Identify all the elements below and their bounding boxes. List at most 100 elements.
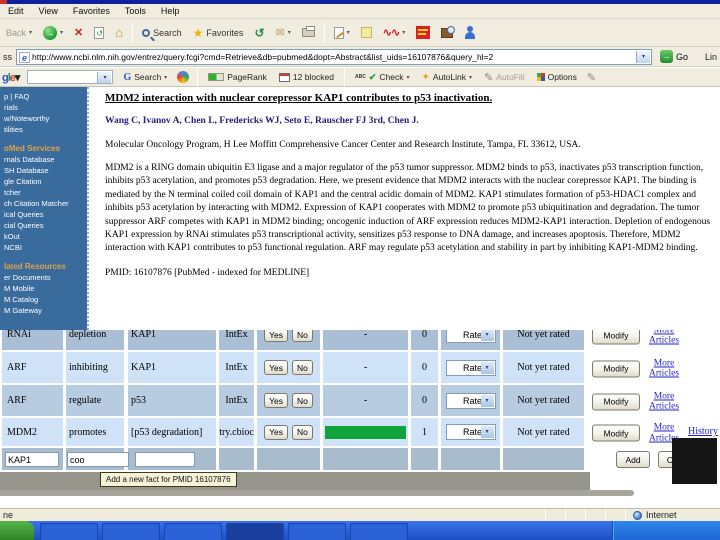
- print-button[interactable]: [300, 22, 317, 44]
- rate-select[interactable]: Rate ▾: [445, 424, 496, 440]
- select-arrow-icon[interactable]: ▾: [480, 328, 494, 341]
- highlighter-button[interactable]: ∿∿ ▾: [381, 22, 407, 44]
- new-entity2-input[interactable]: [135, 452, 195, 467]
- add-button[interactable]: Add: [616, 451, 650, 468]
- sidebar-item-clinical-queries[interactable]: ical Queries: [4, 209, 87, 220]
- new-relation-input[interactable]: [67, 452, 129, 467]
- menu-tools[interactable]: Tools: [125, 6, 146, 16]
- modify-button[interactable]: Modify: [592, 360, 640, 377]
- sidebar-item-eutilities[interactable]: tilities: [4, 124, 87, 135]
- google-logo-dropdown-icon[interactable]: ▾: [15, 72, 20, 84]
- spellcheck-button[interactable]: ABC ✔ Check ▾: [353, 66, 412, 88]
- menu-edit[interactable]: Edit: [8, 6, 24, 16]
- mail-dropdown-icon[interactable]: ▾: [288, 29, 291, 36]
- sidebar-item-batch-citation-matcher[interactable]: ch Citation Matcher: [4, 198, 87, 209]
- sidebar-item-single-citation-2[interactable]: tcher: [4, 187, 87, 198]
- select-arrow-icon[interactable]: ▾: [480, 394, 494, 407]
- sidebar-item-nlm-catalog[interactable]: M Catalog: [4, 294, 87, 305]
- modify-button[interactable]: Modify: [592, 393, 640, 410]
- edit-dropdown-icon[interactable]: ▾: [347, 29, 350, 36]
- highlighter-dropdown-icon[interactable]: ▾: [402, 29, 405, 36]
- google-search-dropdown-icon[interactable]: ▾: [164, 74, 167, 81]
- google-search-dropdown-icon[interactable]: ▾: [97, 72, 112, 83]
- back-button[interactable]: Back ▾: [4, 22, 34, 44]
- messenger-button[interactable]: [462, 22, 478, 44]
- taskbar-button[interactable]: [288, 523, 346, 540]
- sidebar-item-my-ncbi[interactable]: NCBI: [4, 242, 87, 253]
- yes-button[interactable]: Yes: [264, 424, 288, 440]
- horizontal-scrollbar[interactable]: [0, 490, 634, 496]
- taskbar-button[interactable]: [350, 523, 408, 540]
- taskbar-button-active[interactable]: [226, 523, 284, 540]
- select-arrow-icon[interactable]: ▾: [480, 426, 494, 438]
- autolink-dropdown-icon[interactable]: ▾: [469, 74, 472, 81]
- google-search-input[interactable]: ▾: [27, 70, 114, 84]
- start-button-fragment[interactable]: [0, 521, 34, 540]
- popup-blocker-button[interactable]: 12 blocked: [277, 66, 336, 88]
- discuss-button[interactable]: [359, 22, 374, 44]
- search-button[interactable]: Search: [140, 22, 184, 44]
- sidebar-item-tutorials[interactable]: rials: [4, 102, 87, 113]
- sidebar-item-special-queries[interactable]: cial Queries: [4, 220, 87, 231]
- more-articles-link[interactable]: More Articles: [640, 391, 688, 412]
- autolink-button[interactable]: ✦ AutoLink ▾: [420, 66, 475, 88]
- taskbar-button[interactable]: [102, 523, 160, 540]
- menu-help[interactable]: Help: [161, 6, 180, 16]
- edit-page-button[interactable]: ▾: [332, 22, 352, 44]
- menu-favorites[interactable]: Favorites: [73, 6, 110, 16]
- autofill-button[interactable]: ✎ AutoFill: [482, 66, 527, 88]
- address-url-text: http://www.ncbi.nlm.nih.gov/entrez/query…: [32, 52, 494, 62]
- taskbar-button[interactable]: [164, 523, 222, 540]
- address-dropdown-icon[interactable]: ▾: [636, 51, 650, 63]
- cbioc-button[interactable]: [414, 22, 432, 44]
- taskbar-button[interactable]: [40, 523, 98, 540]
- sidebar-item-linkout[interactable]: kOut: [4, 231, 87, 242]
- toolbar-separator: [132, 22, 134, 43]
- back-dropdown-icon[interactable]: ▾: [29, 29, 32, 36]
- sidebar-item-help-faq[interactable]: p | FAQ: [4, 91, 87, 102]
- research-button[interactable]: [439, 22, 456, 44]
- google-search-button[interactable]: G Search ▾: [121, 66, 169, 88]
- history-button[interactable]: ↺: [252, 22, 266, 44]
- sidebar-item-mesh-database[interactable]: SH Database: [4, 165, 87, 176]
- forward-button[interactable]: → ▾: [41, 22, 65, 44]
- go-button[interactable]: → Go: [660, 50, 688, 63]
- home-button[interactable]: ⌂: [113, 22, 125, 44]
- abc-icon: ABC: [355, 74, 366, 80]
- sidebar-item-new-noteworthy[interactable]: w/Noteworthy: [4, 113, 87, 124]
- rate-select[interactable]: Rate ▾: [445, 359, 496, 376]
- rate-select[interactable]: Rate ▾: [445, 392, 496, 409]
- pen-icon[interactable]: ✎: [587, 71, 596, 84]
- modify-button[interactable]: Modify: [592, 424, 640, 442]
- sidebar-item-journals-database[interactable]: rnals Database: [4, 154, 87, 165]
- address-input[interactable]: e http://www.ncbi.nlm.nih.gov/entrez/que…: [16, 49, 652, 65]
- no-button[interactable]: No: [292, 393, 313, 408]
- google-news-icon[interactable]: [177, 71, 190, 83]
- check-dropdown-icon[interactable]: ▾: [407, 74, 410, 81]
- article-title: MDM2 interaction with nuclear corepresso…: [105, 92, 493, 104]
- no-button[interactable]: No: [292, 360, 313, 375]
- internet-zone-label: Internet: [646, 510, 677, 520]
- history-link[interactable]: History: [688, 426, 718, 437]
- yes-button[interactable]: Yes: [264, 360, 288, 375]
- sidebar-item-nlm-mobile[interactable]: M Mobile: [4, 283, 87, 294]
- select-arrow-icon[interactable]: ▾: [480, 361, 494, 374]
- pubmed-sidebar: p | FAQ rials w/Noteworthy tilities oMed…: [0, 87, 87, 330]
- sidebar-item-nlm-gateway[interactable]: M Gateway: [4, 305, 87, 316]
- pagerank-button[interactable]: PageRank: [206, 66, 269, 88]
- autofill-label: AutoFill: [496, 72, 525, 82]
- options-button[interactable]: Options: [535, 66, 579, 88]
- forward-dropdown-icon[interactable]: ▾: [60, 29, 63, 36]
- sidebar-item-order-documents[interactable]: er Documents: [4, 272, 87, 283]
- fact-vote-cell: Yes No: [257, 352, 320, 383]
- sidebar-item-single-citation[interactable]: gle Citation: [4, 176, 87, 187]
- yes-button[interactable]: Yes: [264, 393, 288, 408]
- stop-button[interactable]: ✕: [72, 22, 85, 44]
- more-articles-link[interactable]: More Articles: [640, 358, 688, 379]
- menu-view[interactable]: View: [39, 6, 58, 16]
- mail-button[interactable]: ✉ ▾: [274, 22, 293, 44]
- refresh-button[interactable]: ↺: [92, 22, 106, 44]
- no-button[interactable]: No: [292, 424, 313, 440]
- favorites-button[interactable]: ★ Favorites: [191, 22, 246, 44]
- new-entity1-input[interactable]: [5, 452, 59, 467]
